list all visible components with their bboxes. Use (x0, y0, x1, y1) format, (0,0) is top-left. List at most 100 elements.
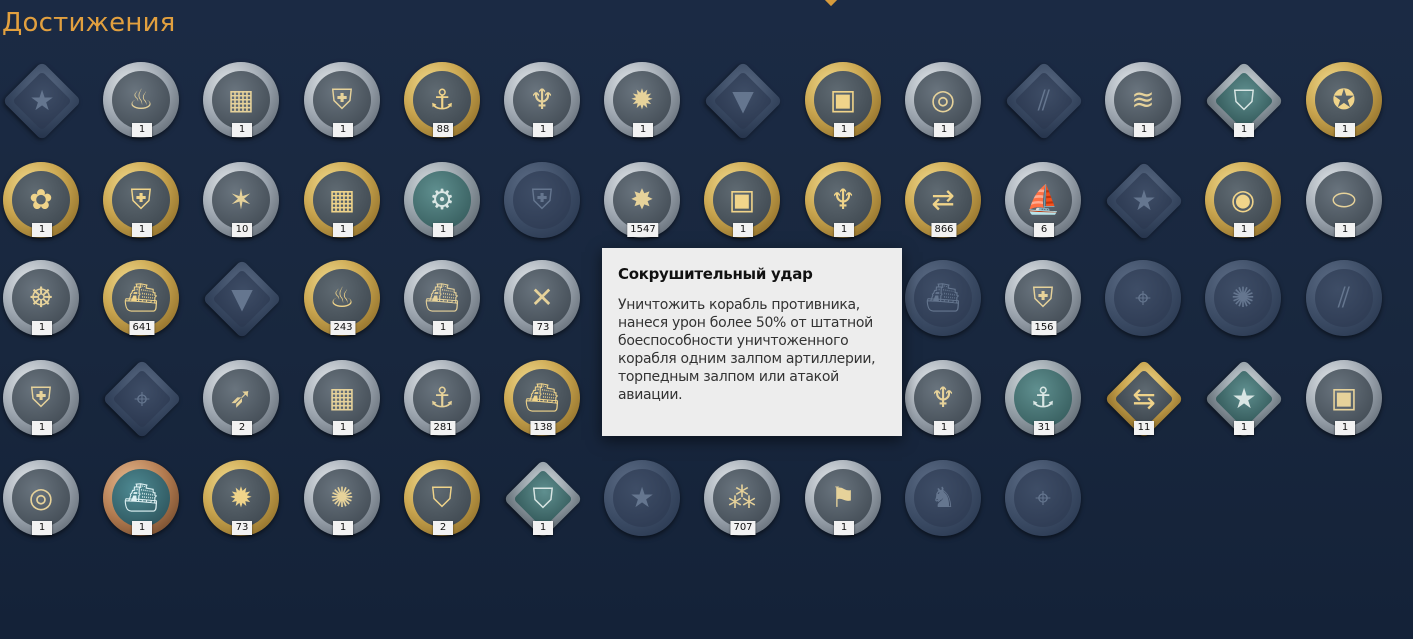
achievement-cruiser[interactable]: ⛴ 1 (402, 258, 484, 340)
achievement-helmet-silver[interactable]: ⛨ 1 (1, 358, 83, 440)
achievement-ship-explosion[interactable]: ✹ 73 (201, 458, 283, 540)
achievement-torpedo-launcher[interactable]: ⫽ (1304, 258, 1386, 340)
achievement-red-star[interactable]: ✪ 1 (1304, 60, 1386, 142)
achievement-fortress-wall[interactable]: ▦ 1 (201, 60, 283, 142)
achievement-key-flower[interactable]: ✿ 1 (1, 160, 83, 242)
achievement-count: 1 (132, 123, 152, 137)
achievement-crane-crate[interactable]: ▣ 1 (1304, 358, 1386, 440)
achievement-count: 1 (934, 421, 954, 435)
achievement-flames[interactable]: ♨ 1 (101, 60, 183, 142)
achievement-medal: ✺ (1205, 260, 1281, 336)
achievement-count: 1 (1134, 123, 1154, 137)
achievement-shells[interactable]: ⁂ 707 (702, 458, 784, 540)
achievement-burning-ship[interactable]: ♨ 243 (302, 258, 384, 340)
achievement-fortress-wall[interactable]: ▦ 1 (302, 358, 384, 440)
achievement-count: 1 (132, 223, 152, 237)
achievement-ship-bow[interactable]: ⛴ (903, 258, 985, 340)
sunburst-icon: ✺ (1231, 281, 1255, 314)
achievement-explosion[interactable]: ✹ 1 (602, 60, 684, 142)
achievement-battleship-wreath[interactable]: ⛴ 641 (101, 258, 183, 340)
achievement-double-strike[interactable]: ✕ 73 (502, 258, 584, 340)
achievement-fox[interactable]: ♞ (903, 458, 985, 540)
achievement-count: 1 (32, 521, 52, 535)
achievement-supply-crate[interactable]: ▣ 1 (803, 60, 885, 142)
achievement-count: 10 (232, 223, 252, 237)
achievement-count: 243 (330, 321, 356, 335)
star-emblem-icon: ★ (1231, 382, 1257, 415)
achievement-count: 138 (530, 421, 556, 435)
achievement-medal: ▼ (202, 259, 282, 339)
achievement-ship-wreath[interactable]: ⛴ 138 (502, 358, 584, 440)
achievement-supply-crate[interactable]: ▣ 1 (702, 160, 784, 242)
achievement-star-emblem[interactable]: ★ 1 (1203, 358, 1285, 440)
achievement-count: 1 (333, 123, 353, 137)
achievement-crosshair[interactable]: ⌖ (1103, 258, 1185, 340)
achievement-anchor-bubbles[interactable]: ⚓ 31 (1003, 358, 1085, 440)
achievement-count: 156 (1031, 321, 1057, 335)
achievement-count: 1 (132, 521, 152, 535)
achievement-count: 1 (1335, 123, 1355, 137)
achievement-kraken[interactable]: ☸ 1 (1, 258, 83, 340)
achievement-sailing-ship[interactable]: ⛵ 6 (1003, 160, 1085, 242)
achievement-shield-emblem[interactable]: ⛉ 1 (1203, 60, 1285, 142)
achievement-winged-statue[interactable]: ♆ 1 (502, 60, 584, 142)
achievement-count: 641 (129, 321, 155, 335)
achievement-medal: ⫽ (1004, 61, 1084, 141)
torpedo-launcher-icon: ⫽ (1337, 281, 1351, 314)
achievement-shield-arrows[interactable]: ⛉ 2 (402, 458, 484, 540)
achievement-shield-emblem[interactable]: ⛉ 1 (502, 458, 584, 540)
achievement-wave-ship[interactable]: ≋ 1 (1103, 60, 1185, 142)
crosshair-icon: ⌖ (134, 382, 150, 415)
achievement-tooltip: Сокрушительный удар Уничтожить корабль п… (602, 248, 902, 436)
achievement-count: 1 (733, 223, 753, 237)
achievement-count: 1 (333, 521, 353, 535)
achievement-count: 2 (433, 521, 453, 535)
achievement-starfish[interactable]: ✶ 10 (201, 160, 283, 242)
achievement-medal: ★ (1104, 161, 1184, 241)
achievement-winged-statue[interactable]: ♆ 1 (903, 358, 985, 440)
achievement-torpedo-stripes[interactable]: ⫽ (1003, 60, 1085, 142)
achievement-helmet-wreath-dark[interactable]: ⛨ (502, 160, 584, 242)
achievement-medal-burst[interactable]: ✺ 1 (302, 458, 384, 540)
achievement-gear-bubbles[interactable]: ⚙ 1 (402, 160, 484, 242)
achievement-anchor-fire[interactable]: ⚓ 88 (402, 60, 484, 142)
achievement-medal: ▼ (703, 61, 783, 141)
achievement-helmet-gold[interactable]: ⛨ 1 (101, 160, 183, 242)
achievement-silver-coins[interactable]: ◎ 1 (1, 458, 83, 540)
achievement-sunburst[interactable]: ✺ (1203, 258, 1285, 340)
achievement-winged-statue[interactable]: ♆ 1 (803, 160, 885, 242)
achievement-fortress-gold[interactable]: ▦ 1 (302, 160, 384, 242)
achievement-crosshair[interactable]: ⌖ (1003, 458, 1085, 540)
achievement-devastating-strike[interactable]: ✸ 1547 (602, 160, 684, 242)
fox-icon: ♞ (930, 481, 956, 514)
achievement-star-emblem[interactable]: ★ (1103, 160, 1185, 242)
achievement-count: 1 (1335, 223, 1355, 237)
achievement-ship-emblem[interactable]: ⛴ 1 (101, 458, 183, 540)
achievement-anchor[interactable]: ⚓ 281 (402, 358, 484, 440)
achievement-medal: ⌖ (1005, 460, 1081, 536)
achievement-count: 6 (1034, 223, 1054, 237)
achievement-triangle-emblem[interactable]: ▼ (702, 60, 784, 142)
achievement-medal: ⌖ (102, 359, 182, 439)
achievement-triangle-emblem[interactable]: ▼ (201, 258, 283, 340)
achievement-count: 73 (232, 521, 252, 535)
achievement-star-wreath[interactable]: ★ (602, 458, 684, 540)
achievement-airship[interactable]: ⬭ 1 (1304, 160, 1386, 242)
helmet-wreath-dark-icon: ⛨ (531, 183, 553, 216)
achievement-helmet-wreath[interactable]: ⛨ 1 (302, 60, 384, 142)
achievement-green-shield-kraken[interactable]: ⛨ 156 (1003, 258, 1085, 340)
achievement-count: 1 (1234, 223, 1254, 237)
achievement-flag[interactable]: ⚑ 1 (803, 458, 885, 540)
achievement-star-emblem[interactable]: ★ (1, 60, 83, 142)
achievement-arrows-diamond[interactable]: ⇆ 11 (1103, 358, 1185, 440)
achievement-coin-stacks[interactable]: ◉ 1 (1203, 160, 1285, 242)
achievement-silver-coins[interactable]: ◎ 1 (903, 60, 985, 142)
achievement-count: 1 (1234, 421, 1254, 435)
achievement-count: 1 (333, 421, 353, 435)
achievement-arrow-rocks[interactable]: ➶ 2 (201, 358, 283, 440)
achievement-count: 1 (32, 421, 52, 435)
achievement-count: 1547 (627, 223, 659, 237)
achievement-arrows-ship[interactable]: ⇄ 866 (903, 160, 985, 242)
achievement-count: 1 (533, 521, 553, 535)
achievement-crosshair[interactable]: ⌖ (101, 358, 183, 440)
